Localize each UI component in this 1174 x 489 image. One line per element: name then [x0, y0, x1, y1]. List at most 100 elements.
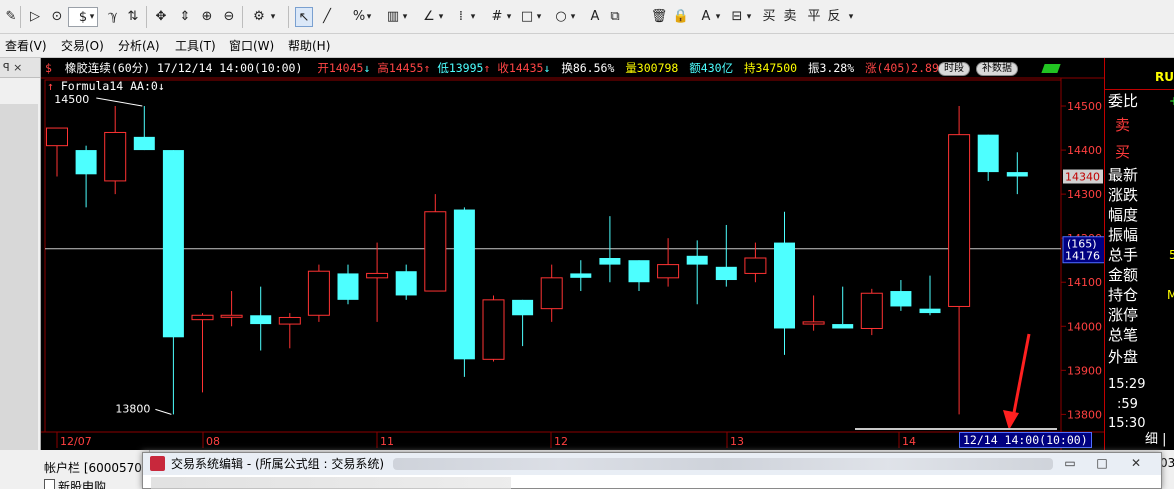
buy-button[interactable]: 买: [760, 7, 778, 27]
quote-panel: RU 委比 卖 买 最新 涨跌 幅度 振幅 总手 金额 持仓 涨停 总笔 外盘 …: [1104, 58, 1174, 450]
save-dropdown-icon[interactable]: ▾: [744, 7, 754, 27]
dialog-menu-blurred: [151, 477, 511, 489]
copy-icon[interactable]: ⧉: [606, 7, 624, 27]
candle-up: [424, 211, 447, 292]
side-label: 03: [1160, 456, 1174, 470]
menu-trade[interactable]: 交易(O): [61, 37, 104, 55]
candle-down: [162, 150, 184, 338]
sort-icon[interactable]: ⇅: [124, 7, 142, 27]
maximize-button[interactable]: □: [1089, 455, 1115, 471]
candle-up: [540, 277, 563, 310]
candle-down: [686, 255, 708, 265]
ipo-label[interactable]: 新股申购: [58, 478, 106, 489]
angle-dropdown-icon[interactable]: ▾: [436, 7, 446, 27]
quote-row-buy[interactable]: 买: [1115, 143, 1130, 161]
candle-up: [46, 127, 68, 147]
line-tool[interactable]: ╱: [318, 7, 336, 27]
checkbox[interactable]: [44, 479, 55, 489]
target-icon[interactable]: ⊙: [48, 7, 66, 27]
volume-value: 量300798: [625, 61, 679, 75]
reverse-button[interactable]: 反: [825, 7, 843, 27]
menu-tools[interactable]: 工具(T): [175, 37, 216, 55]
edit-icon[interactable]: ✎: [2, 7, 20, 27]
flat-button[interactable]: 平: [805, 7, 823, 27]
bid-ratio-value: +: [1169, 92, 1174, 110]
tick-time-1: 15:29: [1108, 377, 1146, 392]
pointer-arrow-head: [1003, 410, 1019, 430]
candle-down: [715, 266, 737, 281]
panel-pin-close[interactable]: ꟼ ×: [0, 58, 40, 78]
fill-data-button[interactable]: 补数据: [976, 62, 1018, 76]
quote-row-amplitude: 振幅: [1108, 226, 1139, 244]
move-icon[interactable]: ✥: [152, 7, 170, 27]
kline-chart[interactable]: 1450014400143001420014100140001390013800…: [41, 58, 1104, 450]
filter-icon[interactable]: ℽ: [104, 7, 122, 27]
zoom-out-icon[interactable]: ⊖: [220, 7, 238, 27]
open-value: 开14045: [317, 61, 364, 75]
period-button[interactable]: 时段: [938, 62, 970, 76]
oi-value-side: M: [1167, 286, 1174, 304]
zoom-in-icon[interactable]: ⊕: [198, 7, 216, 27]
sell-button[interactable]: 卖: [781, 7, 799, 27]
x-tick-label: 08: [206, 435, 220, 448]
symbol-icon[interactable]: $: [45, 58, 52, 78]
delete-icon[interactable]: 🗑: [650, 7, 668, 27]
plot-frame: [44, 79, 1062, 433]
pointer-arrow-shaft: [1011, 333, 1031, 419]
menu-analysis[interactable]: 分析(A): [118, 37, 160, 55]
toolbar: ✎ ▷ ⊙ $ ▾ ℽ ⇅ ✥ ⇕ ⊕ ⊖ ⚙ ▾ ↖ ╱% ▾ ▥ ▾ ∠ ▾ ⁞ ▾ # ▾ □ ▾ ○ ▾ A ⧉ 🗑 🔒 A ▾ ⊟ ▾ 买卖平…: [0, 0, 1174, 34]
high-annotation-label: 14500: [54, 93, 89, 106]
play-icon[interactable]: ▷: [26, 7, 44, 27]
candle-down: [890, 291, 912, 307]
change-value: 涨(405)2.89%: [865, 61, 946, 75]
turnover-value: 换86.56%: [561, 61, 615, 75]
minimize-button[interactable]: ▭: [1057, 455, 1083, 471]
detail-tab[interactable]: 细 |: [1145, 431, 1167, 449]
high-annotation-line: [96, 97, 143, 107]
left-side-panel: ꟼ ×: [0, 58, 41, 450]
grid-dropdown-icon[interactable]: ▾: [504, 7, 514, 27]
close-value: 收14435: [497, 61, 544, 75]
settings-icon[interactable]: ⚙: [250, 7, 268, 27]
close-button[interactable]: ✕: [1123, 455, 1149, 471]
x-tick-label: 11: [380, 435, 394, 448]
quote-row-volume: 总手: [1108, 246, 1139, 264]
candle-down: [512, 299, 534, 316]
candle-up: [278, 316, 301, 325]
pointer-tool[interactable]: ↖: [295, 7, 313, 27]
quote-row-limit: 涨停: [1108, 306, 1139, 324]
menu-window[interactable]: 窗口(W): [229, 37, 274, 55]
chart-title: 橡胶连续(60分) 17/12/14 14:00(10:00): [64, 61, 303, 75]
candle-down: [977, 134, 999, 173]
connection-icon[interactable]: [1041, 64, 1061, 73]
fib-dropdown-icon[interactable]: ▾: [468, 7, 478, 27]
percent-dropdown-icon[interactable]: ▾: [364, 7, 374, 27]
candle-down: [337, 273, 359, 300]
settings-dropdown-icon[interactable]: ▾: [268, 7, 278, 27]
menu-help[interactable]: 帮助(H): [288, 37, 330, 55]
lock-icon[interactable]: 🔒: [672, 7, 690, 27]
quote-row-change: 涨跌: [1108, 186, 1139, 204]
more-dropdown-icon[interactable]: ▾: [846, 7, 856, 27]
high-value: 高14455: [377, 61, 424, 75]
menu-view[interactable]: 查看(V): [5, 37, 47, 55]
rect-dropdown-icon[interactable]: ▾: [534, 7, 544, 27]
candle-down: [774, 242, 795, 329]
dollar-dropdown-icon[interactable]: ▾: [87, 7, 97, 27]
low-arrow: ↑: [483, 61, 491, 75]
candle-down: [395, 271, 417, 296]
candle-up: [744, 257, 767, 274]
text-tool[interactable]: A: [586, 7, 604, 27]
color-dropdown-icon[interactable]: ▾: [713, 7, 723, 27]
tick-time-3: 15:30: [1108, 416, 1146, 431]
quote-row-sell[interactable]: 卖: [1115, 116, 1130, 134]
channel-dropdown-icon[interactable]: ▾: [400, 7, 410, 27]
ellipse-dropdown-icon[interactable]: ▾: [568, 7, 578, 27]
close-arrow: ↓: [543, 61, 551, 75]
candlestick-plot[interactable]: 1450014400143001420014100140001390013800…: [41, 58, 1104, 450]
quote-row-amount: 金额: [1108, 266, 1139, 284]
trading-system-editor-window[interactable]: 交易系统编辑 - (所属公式组 : 交易系统) ▭ □ ✕: [142, 452, 1162, 489]
quote-row-outer: 外盘: [1108, 348, 1139, 366]
vertical-resize-icon[interactable]: ⇕: [176, 7, 194, 27]
candle-down: [599, 258, 621, 265]
